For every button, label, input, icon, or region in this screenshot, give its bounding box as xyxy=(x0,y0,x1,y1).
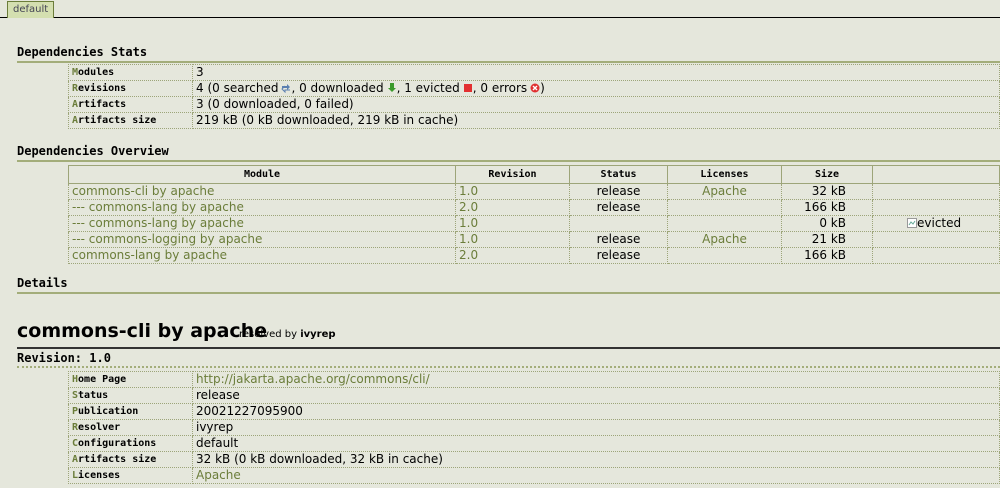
col-header-size: Size xyxy=(781,165,873,184)
overview-header-row: Module Revision Status Licenses Size xyxy=(68,165,1000,184)
revision-link[interactable]: 1.0 xyxy=(459,184,478,198)
stats-row-modules: Modules 3 xyxy=(68,64,1000,81)
extra-cell: evicted xyxy=(872,215,1000,232)
extra-cell xyxy=(872,199,1000,216)
evicted-label: evicted xyxy=(917,216,962,230)
revision-heading: Revision: 1.0 xyxy=(17,351,111,365)
status-cell: release xyxy=(569,183,668,200)
details-row-configurations: Configurations default xyxy=(68,435,1000,452)
details-table: Home Page http://jakarta.apache.org/comm… xyxy=(68,371,1000,484)
resolver-value: ivyrep xyxy=(192,419,1000,436)
status-cell: release xyxy=(569,247,668,264)
status-cell: release xyxy=(569,231,668,248)
stats-key: Revisions xyxy=(68,80,193,97)
module-link[interactable]: --- commons-logging by apache xyxy=(72,232,262,246)
extra-cell xyxy=(872,247,1000,264)
table-row: --- commons-lang by apache 2.0 release 1… xyxy=(68,199,1000,216)
table-row: --- commons-lang by apache 1.0 0 kB evic… xyxy=(68,215,1000,232)
table-row: commons-lang by apache 2.0 release 166 k… xyxy=(68,247,1000,264)
revision-link[interactable]: 2.0 xyxy=(459,248,478,262)
tab-default[interactable]: default xyxy=(7,1,55,18)
stats-table: Modules 3 Revisions 4 (0 searched, 0 dow… xyxy=(68,64,1000,129)
extra-cell xyxy=(872,183,1000,200)
table-row: commons-cli by apache 1.0 release Apache… xyxy=(68,183,1000,200)
section-details: Details xyxy=(17,274,1000,294)
stats-value: 3 xyxy=(192,64,1000,81)
status-cell xyxy=(569,215,668,232)
details-row-resolver: Resolver ivyrep xyxy=(68,419,1000,436)
license-link[interactable]: Apache xyxy=(196,468,241,482)
broken-image-icon xyxy=(907,218,917,228)
extra-cell xyxy=(872,231,1000,248)
status-cell: release xyxy=(569,199,668,216)
size-cell: 166 kB xyxy=(781,199,873,216)
size-cell: 32 kB xyxy=(781,183,873,200)
stats-key: Modules xyxy=(68,64,193,81)
title-divider xyxy=(17,347,1000,349)
home-page-link[interactable]: http://jakarta.apache.org/commons/cli/ xyxy=(196,372,430,386)
size-cell: 0 kB xyxy=(781,215,873,232)
table-row: --- commons-logging by apache 1.0 releas… xyxy=(68,231,1000,248)
publication-value: 20021227095900 xyxy=(192,403,1000,420)
artifacts-size-value: 32 kB (0 kB downloaded, 32 kB in cache) xyxy=(192,451,1000,468)
overview-table: Module Revision Status Licenses Size com… xyxy=(68,165,1000,264)
error-icon xyxy=(530,83,540,93)
stats-value: 219 kB (0 kB downloaded, 219 kB in cache… xyxy=(192,112,1000,129)
col-header-status: Status xyxy=(569,165,668,184)
stats-value: 3 (0 downloaded, 0 failed) xyxy=(192,96,1000,113)
resolved-by: resolved by ivyrep xyxy=(239,329,336,340)
revision-link[interactable]: 1.0 xyxy=(459,216,478,230)
downloaded-icon xyxy=(387,83,396,92)
details-row-status: Status release xyxy=(68,387,1000,404)
tab-bar: default xyxy=(0,0,1000,18)
revision-link[interactable]: 1.0 xyxy=(459,232,478,246)
details-row-licenses: Licenses Apache xyxy=(68,467,1000,484)
size-cell: 21 kB xyxy=(781,231,873,248)
resolver-name: ivyrep xyxy=(300,329,336,340)
col-header-revision: Revision xyxy=(455,165,570,184)
details-row-home-page: Home Page http://jakarta.apache.org/comm… xyxy=(68,371,1000,388)
module-link[interactable]: commons-cli by apache xyxy=(72,184,214,198)
col-header-extra xyxy=(872,165,1000,184)
module-title: commons-cli by apache xyxy=(17,320,268,342)
size-cell: 166 kB xyxy=(781,247,873,264)
col-header-module: Module xyxy=(68,165,456,184)
evicted-icon xyxy=(463,84,472,92)
status-value: release xyxy=(192,387,1000,404)
details-row-artifacts-size: Artifacts size 32 kB (0 kB downloaded, 3… xyxy=(68,451,1000,468)
stats-key: Artifacts size xyxy=(68,112,193,129)
module-link[interactable]: --- commons-lang by apache xyxy=(72,216,244,230)
module-link[interactable]: commons-lang by apache xyxy=(72,248,227,262)
configurations-value: default xyxy=(192,435,1000,452)
stats-key: Artifacts xyxy=(68,96,193,113)
section-dependencies-overview: Dependencies Overview xyxy=(17,142,1000,162)
revision-divider xyxy=(17,366,1000,368)
stats-row-artifacts-size: Artifacts size 219 kB (0 kB downloaded, … xyxy=(68,112,1000,129)
module-link[interactable]: --- commons-lang by apache xyxy=(72,200,244,214)
details-row-publication: Publication 20021227095900 xyxy=(68,403,1000,420)
stats-value: 4 (0 searched, 0 downloaded, 1 evicted, … xyxy=(192,80,1000,97)
revision-link[interactable]: 2.0 xyxy=(459,200,478,214)
license-link[interactable]: Apache xyxy=(702,232,747,246)
stats-row-artifacts: Artifacts 3 (0 downloaded, 0 failed) xyxy=(68,96,1000,113)
searched-icon xyxy=(281,84,291,93)
col-header-licenses: Licenses xyxy=(667,165,782,184)
section-dependencies-stats: Dependencies Stats xyxy=(17,43,1000,63)
stats-row-revisions: Revisions 4 (0 searched, 0 downloaded, 1… xyxy=(68,80,1000,97)
license-link[interactable]: Apache xyxy=(702,184,747,198)
